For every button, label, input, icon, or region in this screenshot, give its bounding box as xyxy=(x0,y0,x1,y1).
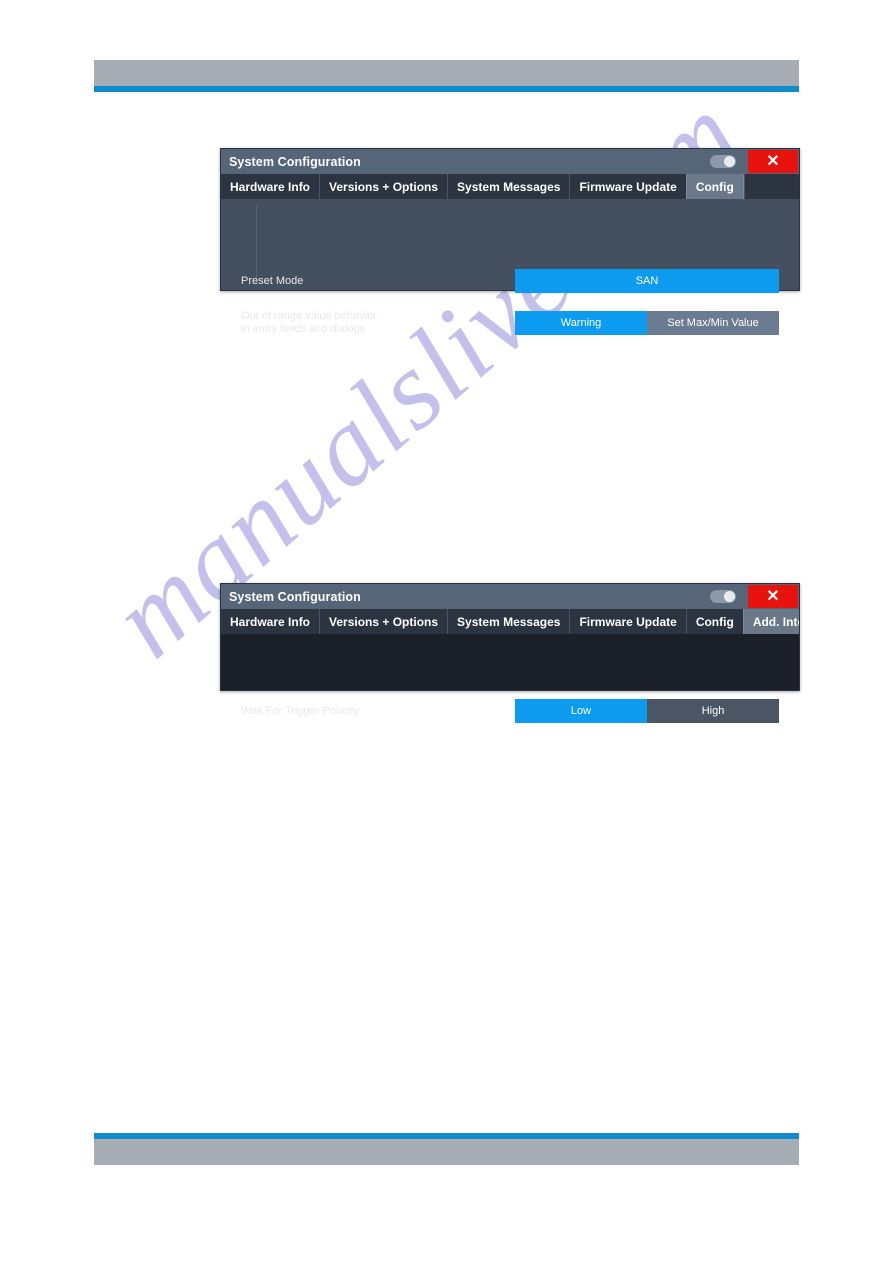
toggle-knob-icon xyxy=(724,591,735,602)
wait-for-trigger-polarity-control[interactable]: Low High xyxy=(515,699,779,723)
dialog-titlebar: System Configuration ✕ xyxy=(221,149,799,174)
page-header-bar xyxy=(94,60,799,86)
tab-config[interactable]: Config xyxy=(685,609,744,634)
system-configuration-dialog-config[interactable]: System Configuration ✕ Hardware Info Ver… xyxy=(220,148,800,335)
out-of-range-control[interactable]: Warning Set Max/Min Value xyxy=(515,311,779,335)
dialog-title: System Configuration xyxy=(229,154,361,169)
out-of-range-option-set-max-min-value[interactable]: Set Max/Min Value xyxy=(647,311,779,335)
dialog-body: Wait For Trigger Polarity Low High xyxy=(221,634,799,723)
close-icon[interactable]: ✕ xyxy=(748,150,798,173)
tab-firmware-update[interactable]: Firmware Update xyxy=(569,174,687,199)
dialog-titlebar: System Configuration ✕ xyxy=(221,584,799,609)
setting-row-wait-for-trigger-polarity: Wait For Trigger Polarity Low High xyxy=(221,696,799,726)
dialog-body: Preset Mode SAN Out of range value behav… xyxy=(221,199,799,335)
preset-mode-control[interactable]: SAN xyxy=(515,269,779,293)
tab-system-messages[interactable]: System Messages xyxy=(447,174,571,199)
tab-system-messages[interactable]: System Messages xyxy=(447,609,571,634)
system-configuration-dialog-add-interfaces[interactable]: System Configuration ✕ Hardware Info Ver… xyxy=(220,583,800,723)
tab-config[interactable]: Config xyxy=(685,174,744,199)
tab-add-interfaces[interactable]: Add. Interfaces xyxy=(742,609,799,634)
setting-row-preset-mode: Preset Mode SAN xyxy=(221,266,799,296)
dialog-transparency-toggle[interactable] xyxy=(710,155,736,168)
page-header-accent-line xyxy=(94,86,799,92)
out-of-range-label: Out of range value behavior in entry fie… xyxy=(241,310,377,335)
wait-for-trigger-polarity-label: Wait For Trigger Polarity xyxy=(241,704,360,717)
dialog-tabstrip: Hardware Info Versions + Options System … xyxy=(221,609,799,634)
tab-firmware-update[interactable]: Firmware Update xyxy=(569,609,687,634)
dialog-transparency-toggle[interactable] xyxy=(710,590,736,603)
preset-mode-option-san[interactable]: SAN xyxy=(515,269,779,293)
toggle-knob-icon xyxy=(724,156,735,167)
tab-versions-options[interactable]: Versions + Options xyxy=(319,609,449,634)
trigger-polarity-option-high[interactable]: High xyxy=(647,699,779,723)
tab-hardware-info[interactable]: Hardware Info xyxy=(221,174,321,199)
close-icon[interactable]: ✕ xyxy=(748,585,798,608)
setting-row-out-of-range-behavior: Out of range value behavior in entry fie… xyxy=(221,306,799,340)
preset-mode-label: Preset Mode xyxy=(241,274,304,287)
dialog-title: System Configuration xyxy=(229,589,361,604)
dialog-tabstrip: Hardware Info Versions + Options System … xyxy=(221,174,799,199)
tab-versions-options[interactable]: Versions + Options xyxy=(319,174,449,199)
trigger-polarity-option-low[interactable]: Low xyxy=(515,699,647,723)
out-of-range-option-warning[interactable]: Warning xyxy=(515,311,647,335)
page-footer-bar xyxy=(94,1139,799,1165)
tabstrip-filler xyxy=(743,174,799,199)
tab-hardware-info[interactable]: Hardware Info xyxy=(221,609,321,634)
